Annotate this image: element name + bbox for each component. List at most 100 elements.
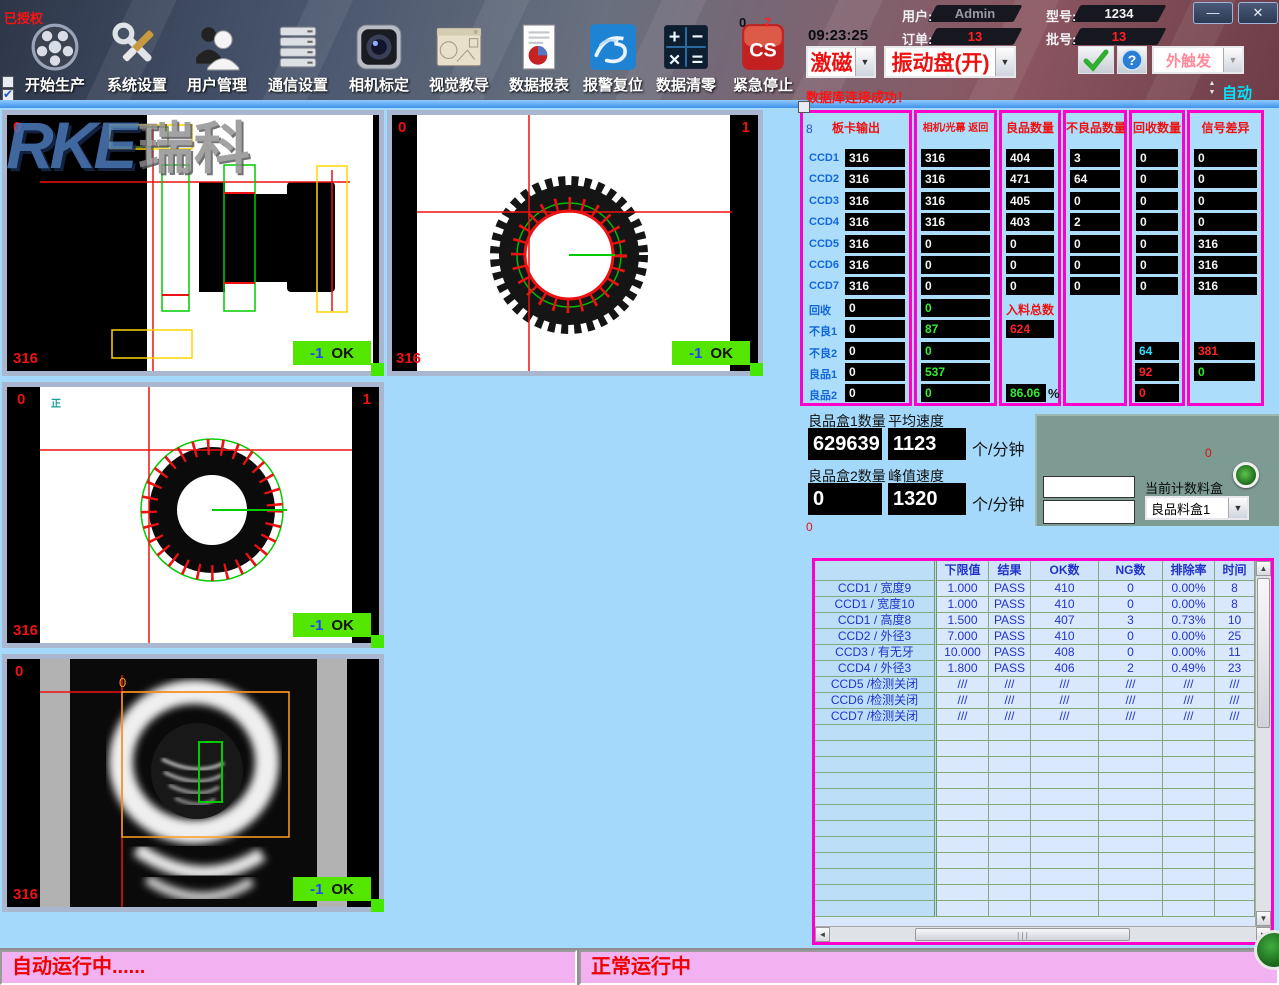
batch-value: 13 [1076,28,1162,45]
question-icon: ? [1121,49,1143,71]
help-button[interactable]: ? [1117,46,1147,74]
table-row: CCD1 / 宽度101.000PASS41000.00%8 [815,597,1255,613]
excite-dropdown[interactable]: 激磁 ▼ [806,46,876,78]
results-cell: PASS [989,629,1031,645]
results-cell [937,725,989,741]
resize-grip[interactable] [371,363,384,376]
results-cell: 0.73% [1163,613,1215,629]
chevron-down-icon[interactable]: ▼ [995,48,1014,76]
table-row [815,725,1255,741]
results-cell [1031,757,1099,773]
results-cell: /// [1215,709,1255,725]
svg-text:−: − [692,26,704,48]
toolbar-button-teach[interactable]: 视觉教导 [417,22,501,98]
toolbar-button-alarm-reset[interactable]: 报警复位 [571,22,655,98]
camera-2-graphics [392,115,758,371]
results-cell [937,869,989,885]
scroll-left-icon[interactable]: ◄ [815,927,830,942]
camera-1-count: 316 [13,350,38,367]
trigger-dropdown[interactable]: 外触发 ▼ [1152,46,1244,74]
table-row [815,805,1255,821]
status-led-icon [1233,462,1259,488]
counting-panel: 0 当前计数料盒 良品料盒1 ▼ [1035,414,1279,526]
toolbar-button-camera[interactable]: 相机标定 [337,22,421,98]
results-cell [1163,741,1215,757]
results-cell [937,757,989,773]
value-box: 316 [921,149,990,167]
svg-text:?: ? [1128,52,1137,68]
table-row [815,901,1255,917]
monitor-row-label: CCD2 [809,173,839,185]
results-cell: PASS [989,597,1031,613]
results-cell: /// [989,693,1031,709]
horizontal-scroll-thumb[interactable]: | | | [915,928,1130,941]
results-cell [989,757,1031,773]
toolbar-button-tools[interactable]: 系统设置 [95,22,179,98]
value-box: 0 [1070,256,1120,274]
chevron-down-icon[interactable]: ▼ [1228,498,1247,518]
results-row-label [815,837,937,853]
input-field-1[interactable] [1043,476,1135,498]
results-cell: /// [1215,677,1255,693]
results-cell [989,837,1031,853]
camera-4-image: 0 0 316 -1 OK [7,659,379,907]
resize-grip[interactable] [750,363,763,376]
value-box: 0 [921,384,990,402]
horizontal-scrollbar[interactable]: ◄ | | | ► [815,926,1271,942]
monitor-column-header: 板卡输出 [803,119,909,136]
toolbar-button-reel[interactable]: 开始生产 [13,22,97,98]
camera-view-4: 0 0 316 -1 OK [2,654,384,912]
toolbar-button-users[interactable]: 用户管理 [175,22,259,98]
results-cell: /// [1163,709,1215,725]
scroll-down-icon[interactable]: ▼ [1256,911,1271,926]
results-cell [989,741,1031,757]
value-box: 0 [845,299,905,317]
yield-value: 86.06 [1006,384,1046,402]
confirm-button[interactable] [1078,46,1114,74]
counter-box-dropdown[interactable]: 良品料盒1 ▼ [1145,496,1249,520]
camera-icon [354,22,404,72]
results-cell [1215,789,1255,805]
value-box: 316 [845,235,905,253]
panel-count: 0 [1205,446,1212,460]
results-cell [1163,725,1215,741]
input-field-2[interactable] [1043,500,1135,524]
results-cell [1163,805,1215,821]
results-cell: 0 [1099,597,1163,613]
avg-speed-unit: 个/分钟 [972,436,1024,460]
toolbar-button-calculator[interactable]: +−×=数据清零 [644,22,728,98]
results-header-cell: NG数 [1099,561,1163,581]
toolbar-button-server[interactable]: 通信设置 [256,22,340,98]
chevron-down-icon[interactable]: ▼ [855,48,874,76]
results-cell: PASS [989,645,1031,661]
spinner-control[interactable]: ▲▼ [1207,79,1217,97]
vibration-dropdown[interactable]: 振动盘(开) ▼ [884,46,1016,78]
results-cell [1031,901,1099,917]
results-row-label: CCD3 / 有无牙 [815,645,937,661]
close-button[interactable]: ✕ [1238,2,1278,24]
table-row [815,869,1255,885]
camera-2-result-badge: -1 OK [672,341,750,365]
results-row-label [815,725,937,741]
vertical-scroll-thumb[interactable] [1257,578,1270,728]
monitor-column-header: 相机/光幕 返回 [917,119,994,134]
scroll-up-icon[interactable]: ▲ [1256,561,1271,576]
results-cell: 10 [1215,613,1255,629]
toolbar-button-emergency-stop[interactable]: CS紧急停止 [721,22,805,98]
minimize-button[interactable]: — [1193,2,1233,24]
monitor-row-label: CCD3 [809,195,839,207]
toolbar-button-report[interactable]: 数据报表 [497,22,581,98]
value-box: 0 [1194,149,1257,167]
vertical-scrollbar[interactable]: ▲ ▼ [1255,561,1271,926]
resize-grip[interactable] [371,899,384,912]
toolbar-button-label: 系统设置 [95,74,179,95]
results-cell [1031,725,1099,741]
results-cell [1031,805,1099,821]
results-cell [1163,853,1215,869]
value-box: 0 [845,342,905,360]
monitor-checkbox[interactable] [798,101,810,113]
toolbar-button-label: 通信设置 [256,74,340,95]
resize-grip[interactable] [371,635,384,648]
results-cell [989,789,1031,805]
results-cell: 1.000 [937,597,989,613]
